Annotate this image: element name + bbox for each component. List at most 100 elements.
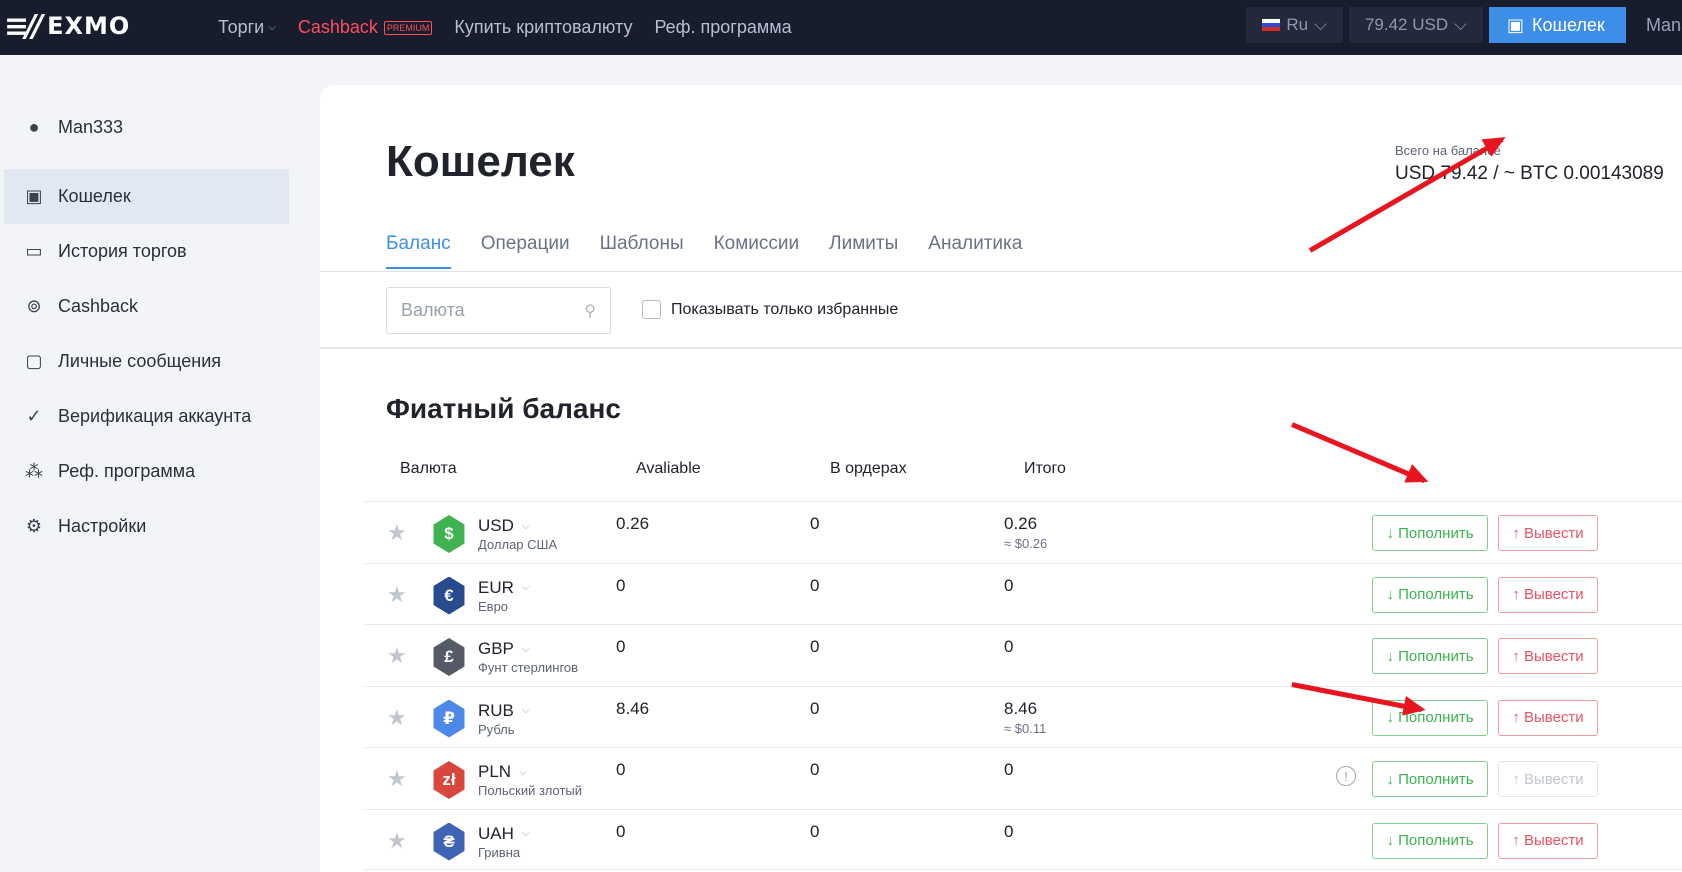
- chevron-down-icon: ⌵: [1454, 15, 1467, 34]
- currency-code[interactable]: USD ⌵: [478, 516, 530, 536]
- total-value: 0: [1004, 821, 1014, 841]
- nav-buy-crypto[interactable]: Купить криптовалюту: [454, 17, 632, 38]
- tab-templates[interactable]: Шаблоны: [600, 233, 684, 269]
- currency-coin-icon: $: [433, 515, 465, 553]
- withdraw-button[interactable]: ↑ Вывести: [1498, 761, 1598, 797]
- nav-referral[interactable]: Реф. программа: [654, 17, 791, 38]
- sidebar-item-referral[interactable]: ⁂ Реф. программа: [4, 444, 290, 499]
- nav-cashback-label: Cashback: [297, 17, 378, 37]
- tab-operations[interactable]: Операции: [481, 233, 570, 269]
- withdraw-button[interactable]: ↑ Вывести: [1498, 822, 1598, 859]
- chevron-down-icon: ⌵: [521, 828, 530, 839]
- available-value: 0: [616, 821, 626, 841]
- language-label: Ru: [1286, 15, 1309, 34]
- currency-name: Фунт стерлингов: [478, 660, 579, 675]
- currency-code[interactable]: UAH ⌵: [478, 824, 530, 844]
- nav-cashback[interactable]: Cashback PREMIUM: [298, 17, 433, 38]
- main-nav: Торги ⌵ Cashback PREMIUM Купить криптова…: [218, 0, 792, 55]
- exmo-logo[interactable]: ≡// EXMO: [4, 9, 130, 44]
- deposit-button[interactable]: ↓ Пополнить: [1372, 638, 1488, 674]
- tab-limits[interactable]: Лимиты: [829, 233, 898, 269]
- chevron-down-icon: ⌵: [268, 22, 276, 33]
- tabs-divider: [320, 271, 1682, 272]
- chevron-down-icon: ⌵: [521, 643, 530, 655]
- available-value: 0: [616, 760, 626, 779]
- sidebar-item-verification[interactable]: ✓ Верификация аккаунта: [4, 389, 290, 444]
- favorite-star-icon[interactable]: ★: [387, 705, 407, 731]
- currency-search-input[interactable]: [401, 300, 571, 321]
- deposit-button[interactable]: ↓ Пополнить: [1372, 515, 1488, 551]
- warning-icon[interactable]: !: [1336, 766, 1356, 786]
- column-header-currency: Валюта: [400, 460, 457, 477]
- language-selector[interactable]: Ru ⌵: [1246, 7, 1343, 43]
- currency-name: Доллар США: [478, 537, 558, 552]
- wallet-button[interactable]: ▣ Кошелек: [1489, 7, 1626, 43]
- sidebar-item-label: Настройки: [58, 516, 147, 536]
- currency-coin-icon: zł: [433, 761, 465, 799]
- currency-search-box: ⚲: [386, 287, 611, 334]
- currency-code[interactable]: GBP ⌵: [478, 639, 530, 659]
- in-orders-value: 0: [810, 575, 820, 595]
- currency-code-label: RUB: [478, 700, 514, 720]
- sidebar-item-trade-history[interactable]: ▭ История торгов: [4, 224, 290, 279]
- nav-trading-label: Торги: [218, 17, 265, 37]
- deposit-button[interactable]: ↓ Пополнить: [1372, 576, 1488, 613]
- sidebar-item-messages[interactable]: ▢ Личные сообщения: [4, 334, 290, 389]
- currency-code[interactable]: PLN ⌵: [478, 762, 527, 782]
- premium-badge: PREMIUM: [383, 20, 433, 35]
- sidebar-item-cashback[interactable]: ⊚ Cashback: [4, 279, 290, 334]
- deposit-button[interactable]: ↓ Пополнить: [1372, 822, 1488, 859]
- sidebar-username[interactable]: ● Man333: [4, 100, 290, 155]
- fiat-balance-table: ★ $ USD ⌵ Доллар США 0.26 0 0.26 ≈ $0.26 ↓ Пополн…: [365, 501, 1682, 870]
- favorite-star-icon[interactable]: ★: [387, 582, 407, 608]
- chevron-down-icon: ⌵: [1314, 15, 1327, 34]
- share-icon: ⁂: [25, 461, 43, 481]
- table-row: ★ £ GBP ⌵ Фунт стерлингов 0 0 0 ↓ Пополнить ↑ Выв…: [365, 624, 1682, 686]
- username-label: Man333: [58, 117, 124, 137]
- table-row: ★ $ USD ⌵ Доллар США 0.26 0 0.26 ≈ $0.26 ↓ Пополн…: [365, 501, 1682, 563]
- top-navigation-bar: ≡// EXMO Торги ⌵ Cashback PREMIUM Купить…: [0, 0, 1682, 55]
- table-row: ★ € EUR ⌵ Евро 0 0 0 ↓ Пополнить ↑ Вывести: [365, 562, 1682, 625]
- deposit-button[interactable]: ↓ Пополнить: [1372, 761, 1488, 797]
- total-value: 0: [1004, 575, 1014, 595]
- available-value: 0.26: [616, 514, 650, 533]
- currency-code[interactable]: EUR ⌵: [478, 578, 530, 598]
- currency-name: Польский злотый: [478, 783, 583, 798]
- sidebar-item-settings[interactable]: ⚙ Настройки: [4, 499, 290, 554]
- currency-code-label: GBP: [478, 639, 514, 658]
- chevron-down-icon: ⌵: [519, 766, 527, 778]
- tab-analytics[interactable]: Аналитика: [928, 233, 1022, 269]
- user-icon: ●: [28, 117, 40, 137]
- currency-code[interactable]: RUB ⌵: [478, 701, 530, 721]
- withdraw-button[interactable]: ↑ Вывести: [1498, 638, 1598, 674]
- cashback-icon: ⊚: [26, 296, 42, 316]
- withdraw-button[interactable]: ↑ Вывести: [1498, 699, 1598, 736]
- total-value: 8.46: [1004, 698, 1038, 718]
- favorite-star-icon[interactable]: ★: [387, 643, 407, 669]
- user-menu[interactable]: Man3: [1632, 7, 1682, 43]
- tab-commissions[interactable]: Комиссии: [714, 233, 800, 269]
- favorites-only-label: Показывать только избранные: [671, 300, 899, 318]
- wallet-tabs: Баланс Операции Шаблоны Комиссии Лимиты …: [386, 233, 1022, 269]
- table-row: ★ ₴ UAH ⌵ Гривна 0 0 0 ↓ Пополнить ↑ Вывести: [365, 808, 1682, 870]
- total-value: 0: [1004, 760, 1014, 779]
- balance-dropdown[interactable]: 79.42 USD ⌵: [1348, 7, 1483, 43]
- nav-trading[interactable]: Торги ⌵: [218, 17, 276, 38]
- favorites-only-filter[interactable]: Показывать только избранные: [642, 300, 898, 319]
- total-usd-value: ≈ $0.26: [1004, 536, 1048, 551]
- currency-name: Евро: [478, 598, 509, 614]
- favorite-star-icon[interactable]: ★: [387, 828, 407, 854]
- favorites-only-checkbox[interactable]: [642, 300, 661, 319]
- in-orders-value: 0: [810, 637, 820, 656]
- favorite-star-icon[interactable]: ★: [387, 766, 407, 792]
- withdraw-button[interactable]: ↑ Вывести: [1498, 576, 1598, 613]
- chevron-down-icon: ⌵: [521, 705, 530, 716]
- in-orders-value: 0: [810, 514, 820, 533]
- wallet-button-label: Кошелек: [1532, 14, 1605, 35]
- tab-balance[interactable]: Баланс: [386, 233, 451, 269]
- in-orders-value: 0: [810, 821, 820, 841]
- favorite-star-icon[interactable]: ★: [387, 520, 407, 546]
- available-value: 0: [616, 637, 626, 656]
- withdraw-button[interactable]: ↑ Вывести: [1498, 515, 1598, 551]
- sidebar-item-wallet[interactable]: ▣ Кошелек: [4, 169, 289, 224]
